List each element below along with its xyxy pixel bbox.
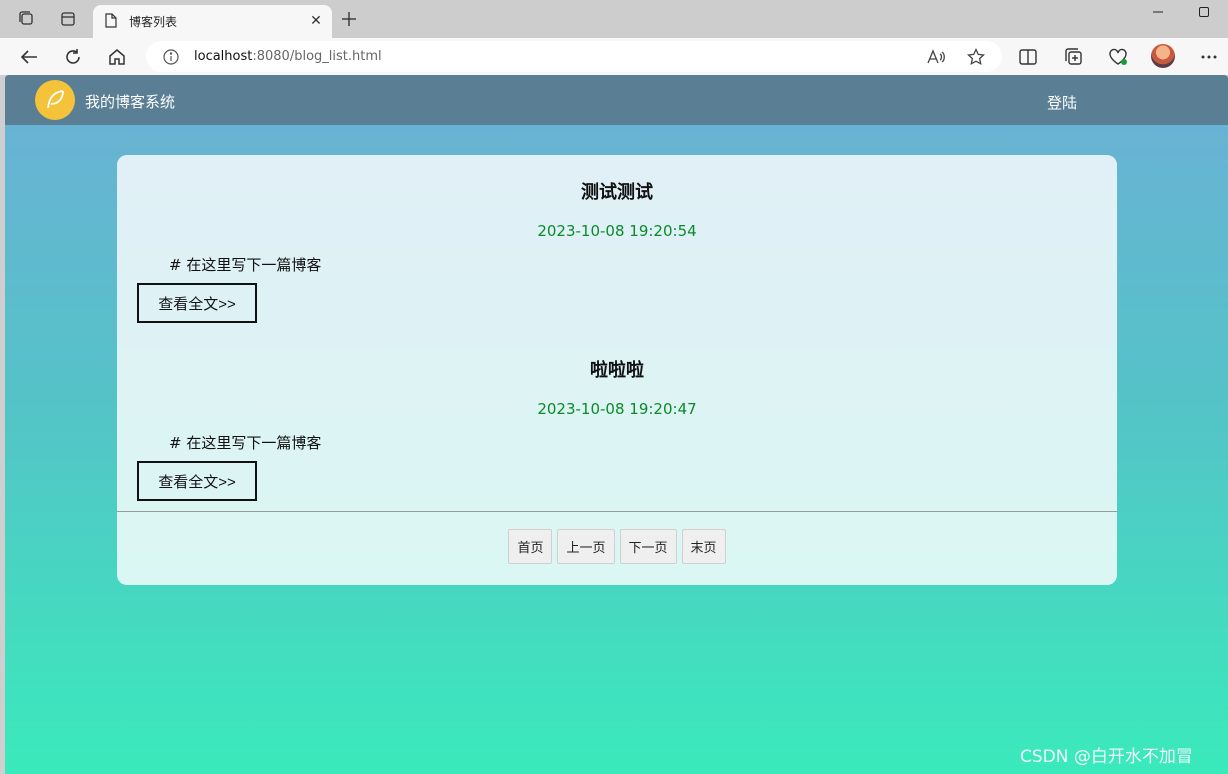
split-screen-icon[interactable] — [1016, 45, 1040, 69]
prev-page-button[interactable]: 上一页 — [557, 529, 615, 564]
view-full-button[interactable]: 查看全文>> — [137, 461, 257, 501]
tab-title: 博客列表 — [129, 15, 178, 29]
read-aloud-icon[interactable] — [926, 47, 946, 67]
home-icon[interactable] — [105, 45, 129, 69]
pagination: 首页 上一页 下一页 末页 — [117, 529, 1117, 564]
page-icon — [105, 13, 117, 32]
blog-desc: # 在这里写下一篇博客 — [169, 256, 322, 274]
browser-tab-bar: 博客列表 ✕ — [0, 0, 1228, 38]
plus-icon[interactable] — [339, 9, 359, 29]
blog-list-card: 测试测试 2023-10-08 19:20:54 # 在这里写下一篇博客 查看全… — [117, 155, 1117, 585]
browser-essentials-icon[interactable] — [1106, 45, 1130, 69]
blog-title: 测试测试 — [581, 182, 653, 203]
login-link[interactable]: 登陆 — [1047, 92, 1077, 113]
favorite-star-icon[interactable] — [966, 47, 986, 67]
collections-icon[interactable] — [1062, 45, 1086, 69]
view-full-button[interactable]: 查看全文>> — [137, 283, 257, 323]
last-page-button[interactable]: 末页 — [681, 529, 726, 564]
blog-desc: # 在这里写下一篇博客 — [169, 434, 322, 452]
browser-toolbar: localhost:8080/blog_list.html — [0, 38, 1228, 75]
minimize-icon[interactable] — [1148, 4, 1168, 20]
url-host: localhost — [194, 49, 253, 64]
next-page-button[interactable]: 下一页 — [619, 529, 677, 564]
close-icon[interactable]: ✕ — [306, 11, 326, 31]
site-brand: 我的博客系统 — [85, 93, 176, 111]
watermark: CSDN @白开水不加冒 — [1020, 747, 1193, 767]
active-tab[interactable]: 博客列表 ✕ — [93, 5, 332, 38]
divider — [117, 511, 1117, 512]
more-icon[interactable] — [1197, 45, 1221, 69]
blog-date: 2023-10-08 19:20:54 — [537, 222, 697, 240]
blog-title: 啦啦啦 — [590, 360, 644, 381]
back-icon[interactable] — [17, 45, 41, 69]
workspaces-icon[interactable] — [17, 9, 37, 29]
address-bar[interactable]: localhost:8080/blog_list.html — [146, 41, 1002, 72]
first-page-button[interactable]: 首页 — [508, 529, 553, 564]
page-viewport: 我的博客系统 登陆 测试测试 2023-10-08 19:20:54 # 在这里… — [5, 75, 1228, 774]
blog-date: 2023-10-08 19:20:47 — [537, 400, 697, 418]
refresh-icon[interactable] — [61, 45, 85, 69]
info-icon[interactable] — [161, 47, 181, 67]
feather-logo-icon — [35, 80, 75, 120]
url-text: localhost:8080/blog_list.html — [194, 49, 382, 64]
maximize-icon[interactable] — [1194, 4, 1214, 20]
profile-avatar[interactable] — [1151, 44, 1175, 68]
tab-actions-icon[interactable] — [58, 9, 78, 29]
site-nav-bar: 我的博客系统 登陆 — [5, 75, 1228, 125]
url-path: :8080/blog_list.html — [252, 49, 382, 64]
